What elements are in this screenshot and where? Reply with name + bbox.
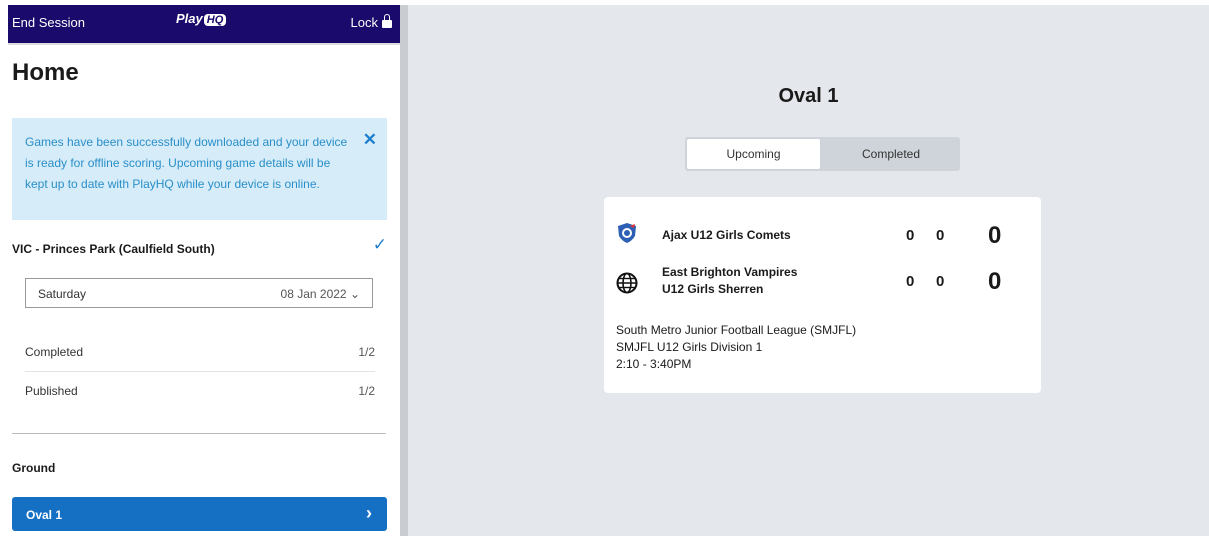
lock-icon [382,14,392,28]
page-title: Home [12,59,79,86]
stat-label: Published [25,384,78,398]
team-name-line1: East Brighton Vampires [662,265,798,279]
date-select-day: Saturday [38,287,87,301]
pane-splitter[interactable] [400,5,408,536]
playhq-logo: Play HQ [176,11,227,26]
sidebar: End Session Play HQ Lock Home Games have … [8,5,400,536]
logo-hq: HQ [203,14,227,26]
stat-value: 1/2 [358,345,375,359]
venue-name: VIC - Princes Park (Caulfield South) [12,242,215,256]
close-icon[interactable]: ✕ [363,130,377,150]
tab-completed[interactable]: Completed [822,137,960,171]
end-session-button[interactable]: End Session [12,15,85,30]
topbar-divider [8,43,400,45]
goals-score: 0 [906,227,915,244]
stat-label: Completed [25,345,84,359]
chevron-right-icon: › [366,503,372,523]
stat-row-published: Published 1/2 [25,372,375,410]
behinds-score: 0 [936,273,945,290]
total-score: 0 [988,268,1002,295]
tab-bar: Upcoming Completed [685,137,960,171]
total-score: 0 [988,222,1002,249]
game-card[interactable]: Ajax U12 Girls Comets 0 0 0 East Brighto… [604,197,1041,393]
ground-title: Oval 1 [778,85,839,107]
ground-item-label: Oval 1 [26,508,63,522]
lock-label: Lock [350,15,378,30]
alert-message: Games have been successfully downloaded … [25,135,348,191]
lock-button[interactable]: Lock [350,14,392,30]
game-details: South Metro Junior Football League (SMJF… [616,322,856,373]
team-name: Ajax U12 Girls Comets [662,228,791,242]
team-row-away: East Brighton Vampires U12 Girls Sherren… [604,263,1041,303]
ground-heading: Ground [12,461,56,475]
top-bar: End Session Play HQ Lock [8,5,400,43]
globe-icon [616,272,638,294]
check-icon: ✓ [372,235,387,254]
team-row-home: Ajax U12 Girls Comets 0 0 0 [604,217,1041,257]
main-panel: Oval 1 Upcoming Completed Ajax U12 Girls… [408,5,1209,536]
section-divider [12,433,386,434]
chevron-down-icon: ⌄ [349,287,360,301]
club-crest-icon [618,223,636,243]
behinds-score: 0 [936,227,945,244]
logo-text: Play [176,11,203,26]
date-select[interactable]: Saturday 08 Jan 2022 ⌄ [25,278,373,308]
division-name: SMJFL U12 Girls Division 1 [616,340,763,354]
team-name-line2: U12 Girls Sherren [662,282,764,296]
team-name: East Brighton Vampires U12 Girls Sherren [662,264,797,298]
stat-row-completed: Completed 1/2 [25,333,375,372]
date-select-date: 08 Jan 2022 ⌄ [281,287,360,301]
date-value: 08 Jan 2022 [280,287,347,301]
ground-item-oval-1[interactable]: Oval 1 › [12,497,387,531]
offline-alert: Games have been successfully downloaded … [12,118,387,220]
stat-value: 1/2 [358,384,375,398]
tab-upcoming[interactable]: Upcoming [687,139,820,169]
game-time: 2:10 - 3:40PM [616,357,692,371]
goals-score: 0 [906,273,915,290]
league-name: South Metro Junior Football League (SMJF… [616,323,857,337]
